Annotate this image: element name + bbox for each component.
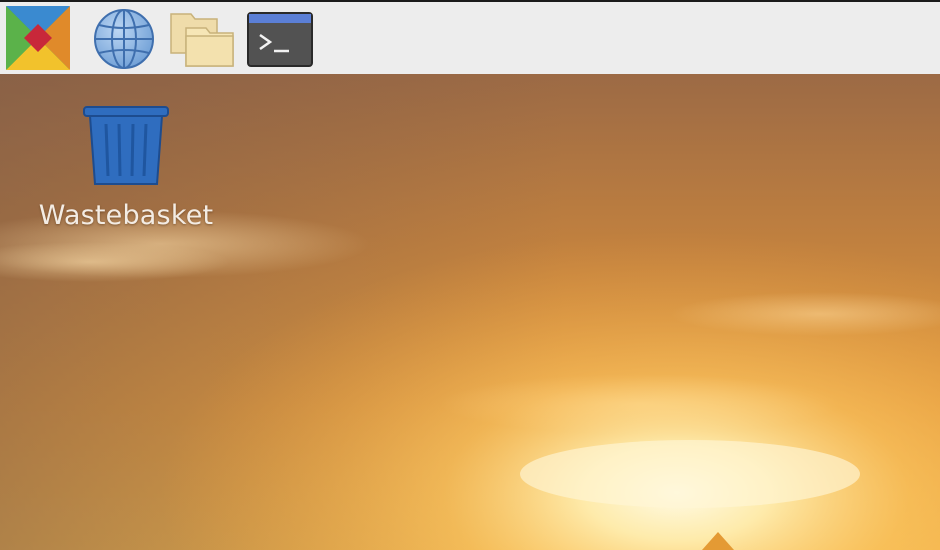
wastebasket-desktop-icon[interactable]: Wastebasket [28,104,224,231]
terminal-button[interactable] [247,6,313,70]
taskbar [0,0,940,74]
folder-icon [170,13,234,67]
wastebasket-label: Wastebasket [38,200,214,231]
desktop[interactable]: Wastebasket [0,74,940,550]
menu-button[interactable] [6,6,70,70]
web-browser-button[interactable] [92,6,156,70]
raspberry-menu-icon [6,6,70,70]
screen: Wastebasket [0,0,940,550]
file-manager-button[interactable] [168,6,236,70]
wastebasket-icon [80,104,172,188]
globe-icon [94,9,154,69]
terminal-icon [247,12,313,67]
